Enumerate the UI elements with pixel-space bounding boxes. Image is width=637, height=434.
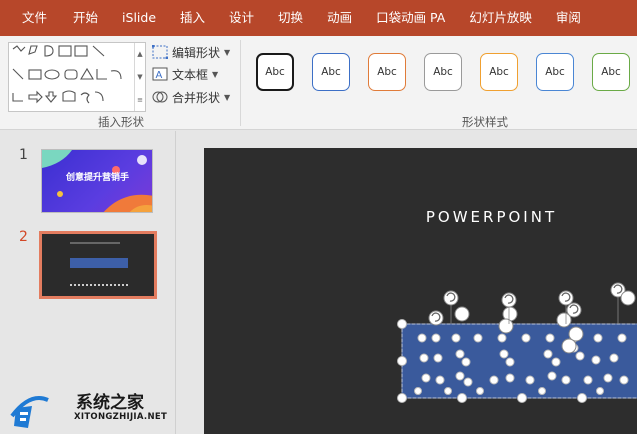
shape-style-preset[interactable]: Abc xyxy=(312,53,350,91)
slide-number: 2 xyxy=(19,229,28,245)
ribbon-tab-bar: 文件 开始 iSlide 插入 设计 切换 动画 口袋动画 PA 幻灯片放映 审… xyxy=(0,0,637,36)
merge-shapes-icon xyxy=(152,91,168,103)
text-box-label: 文本框 xyxy=(172,67,209,82)
group-divider xyxy=(240,40,241,126)
slide-number: 1 xyxy=(19,147,28,163)
thumbnail-title: 创意提升营销手 xyxy=(66,173,130,183)
tab-pocket-animation[interactable]: 口袋动画 PA xyxy=(364,0,457,36)
more-icon[interactable]: ≡ xyxy=(137,96,143,104)
gallery-scroll[interactable]: ▲ ▼ ≡ xyxy=(134,43,145,111)
shape-style-preset[interactable]: Abc xyxy=(480,53,518,91)
thumbnail-title-line xyxy=(70,242,120,244)
shape-style-preset[interactable]: Abc xyxy=(424,53,462,91)
tab-design[interactable]: 设计 xyxy=(217,0,266,36)
chevron-down-icon: ▼ xyxy=(212,69,219,79)
text-box-icon: A xyxy=(152,67,168,81)
merge-shapes-button[interactable]: 合并形状 ▼ xyxy=(152,87,230,107)
shapes-gallery-icons[interactable] xyxy=(9,43,135,111)
text-box-button[interactable]: A 文本框 ▼ xyxy=(152,64,218,84)
shape-styles-group-label: 形状样式 xyxy=(462,115,508,129)
tab-slideshow[interactable]: 幻灯片放映 xyxy=(457,0,544,36)
slide-editing-canvas: POWERPOINT xyxy=(177,131,637,434)
site-watermark: 系统之家 XITONGZHIJIA.NET xyxy=(8,384,168,434)
insert-shapes-group-label: 插入形状 xyxy=(98,115,144,129)
selected-shapes-overlay[interactable] xyxy=(204,148,637,434)
merge-shapes-label: 合并形状 xyxy=(172,90,221,105)
edit-shape-button[interactable]: 编辑形状 ▼ xyxy=(152,42,230,62)
slide-thumbnail-2-selected[interactable] xyxy=(39,231,157,299)
chevron-down-icon: ▼ xyxy=(224,92,231,102)
rotate-handle-stems xyxy=(450,297,619,324)
chevron-down-icon: ▼ xyxy=(224,47,231,57)
edit-shape-label: 编辑形状 xyxy=(172,45,221,60)
slide-thumbnail-1[interactable]: 创意提升营销手 xyxy=(41,149,153,213)
scroll-up-icon[interactable]: ▲ xyxy=(137,50,142,58)
tab-file[interactable]: 文件 xyxy=(0,0,61,36)
scroll-down-icon[interactable]: ▼ xyxy=(137,73,142,81)
shape-style-preset[interactable]: Abc xyxy=(368,53,406,91)
tab-home[interactable]: 开始 xyxy=(61,0,110,36)
tab-insert[interactable]: 插入 xyxy=(168,0,217,36)
tab-animations[interactable]: 动画 xyxy=(315,0,364,36)
shape-style-preset[interactable]: Abc xyxy=(592,53,630,91)
shapes-gallery[interactable]: ▲ ▼ ≡ xyxy=(8,42,146,112)
tab-islide[interactable]: iSlide xyxy=(110,0,168,36)
slide-thumbnail-2 xyxy=(42,234,154,296)
svg-text:A: A xyxy=(156,70,163,81)
tab-review[interactable]: 审阅 xyxy=(544,0,593,36)
shape-style-preset[interactable]: Abc xyxy=(536,53,574,91)
thumbnail-dots xyxy=(70,284,128,286)
watermark-url: XITONGZHIJIA.NET xyxy=(74,412,168,422)
shape-style-preset[interactable]: Abc xyxy=(256,53,294,91)
tab-transitions[interactable]: 切换 xyxy=(266,0,315,36)
slide-2[interactable]: POWERPOINT xyxy=(204,148,637,434)
ribbon-body: ▲ ▼ ≡ 编辑形状 ▼ A 文本框 ▼ 合并形状 ▼ 插入形状 Abc Abc… xyxy=(0,36,637,130)
edit-shape-icon xyxy=(152,45,168,59)
thumbnail-table xyxy=(70,258,128,268)
watermark-name: 系统之家 xyxy=(76,393,144,413)
watermark-logo-icon xyxy=(10,396,49,428)
